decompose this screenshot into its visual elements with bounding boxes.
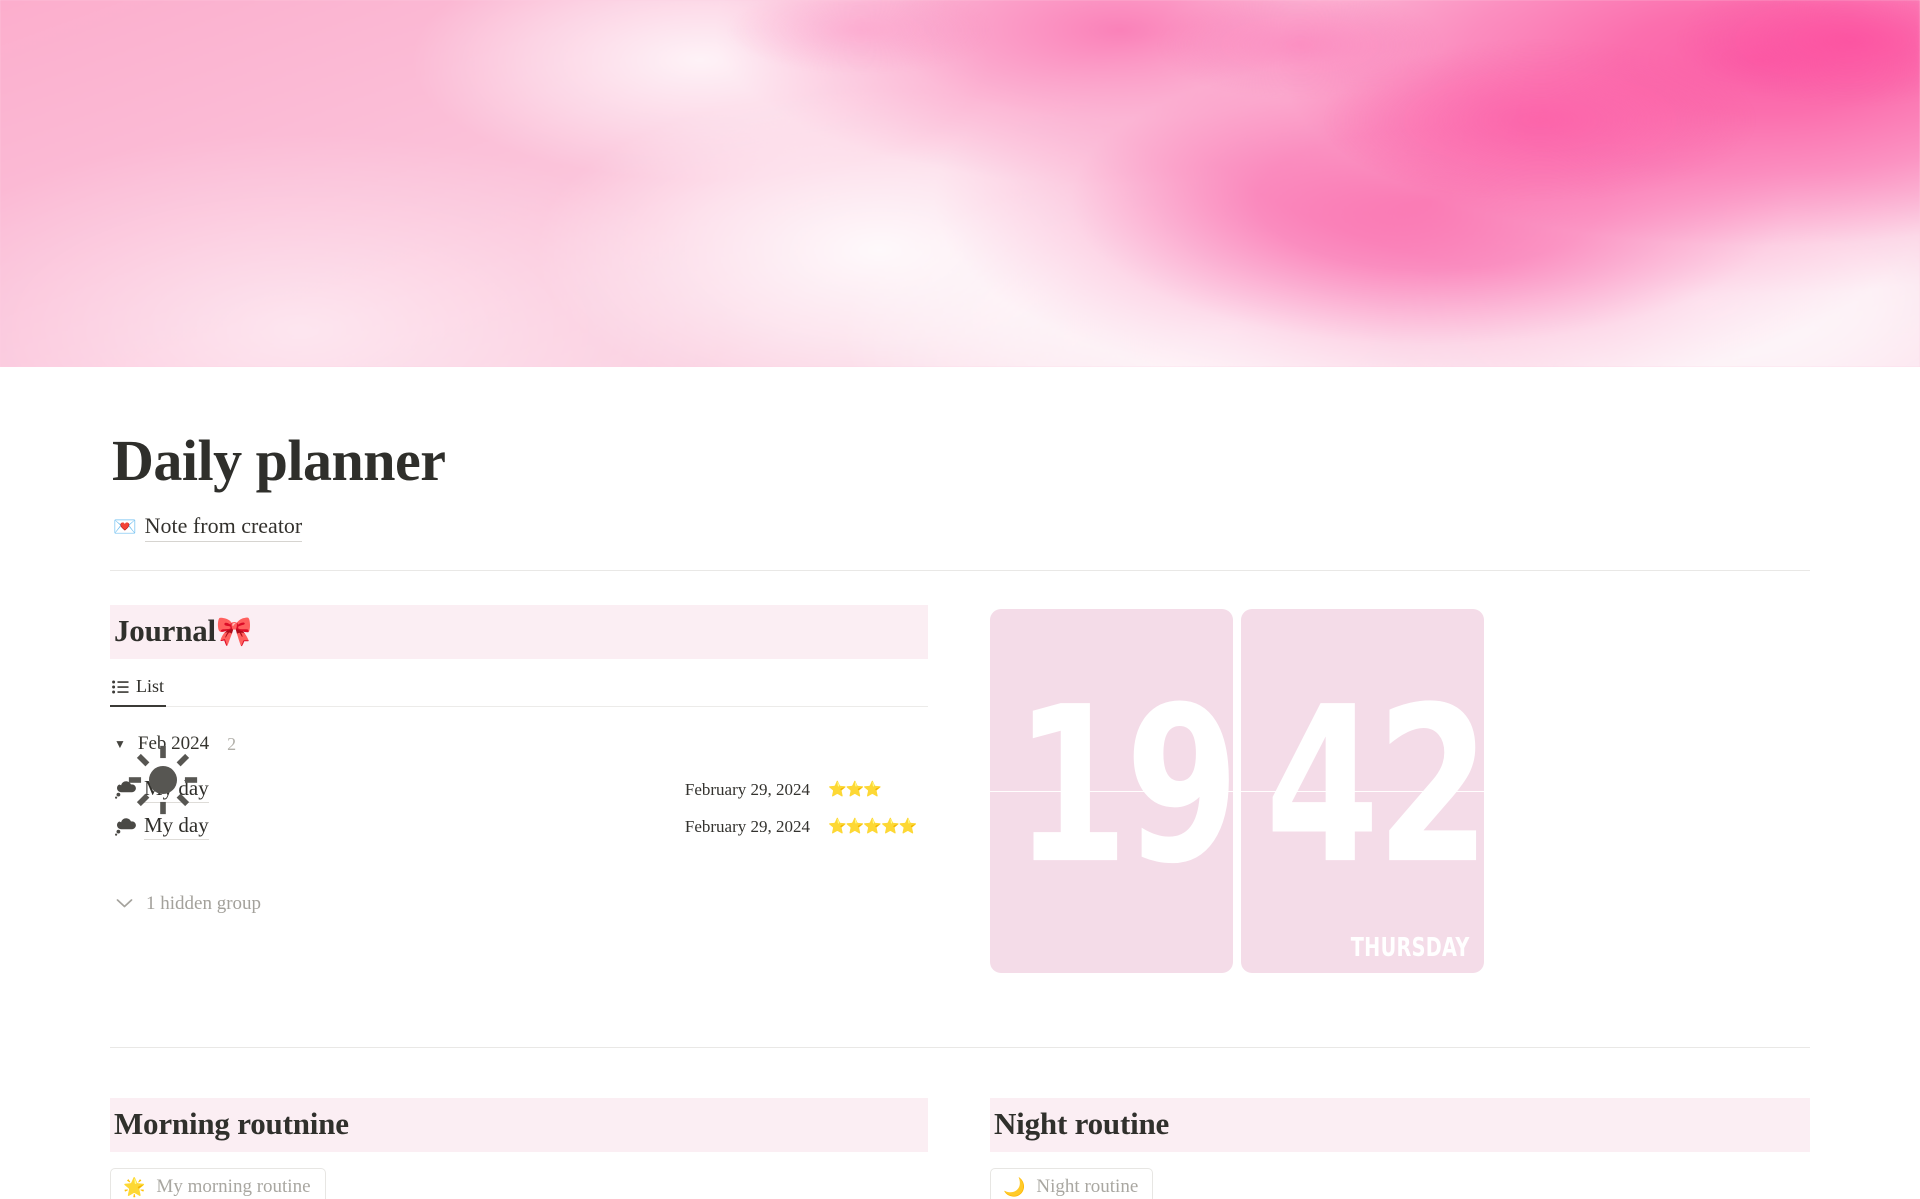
clock-weekday: THURSDAY [1351,932,1470,963]
journal-group-count: 2 [227,733,237,754]
cover-cloud-highlights [0,0,1920,367]
tab-journal-list-label: List [136,676,165,697]
page-content: Daily planner 💌 Note from creator Journa… [110,429,1810,1199]
clock-hours: 19 [1014,661,1233,912]
journal-group-header[interactable]: ▼ Feb 2024 2 [110,733,928,755]
night-routine-heading: Night routine [990,1097,1810,1153]
journal-section: Journal🎀 List ▼ Feb 2024 2 My day Februa… [110,604,928,973]
journal-entry-rating: ⭐⭐⭐⭐⭐ [828,819,917,836]
flip-card-hours: 19 [990,608,1233,973]
crescent-moon-icon: 🌙 [1003,1177,1026,1198]
my-morning-routine-label: My morning routine [156,1176,311,1198]
journal-entry-date: February 29, 2024 [684,779,810,799]
hidden-group-label: 1 hidden group [146,893,262,915]
journal-entry-date: February 29, 2024 [684,816,810,836]
journal-heading: Journal🎀 [110,604,928,660]
divider-middle [110,1046,1810,1048]
cloud-icon [114,817,144,837]
journal-view-tabs: List [110,673,928,708]
note-from-creator-label[interactable]: Note from creator [144,513,303,542]
routines-columns: Morning routnine 🌟 My morning routine Ni… [110,1097,1810,1199]
chevron-down-icon [116,893,133,915]
page-body: Daily planner 💌 Note from creator Journa… [0,429,1920,1199]
morning-routine-heading: Morning routnine [110,1097,928,1153]
list-icon [112,680,129,694]
love-letter-icon: 💌 [113,516,137,538]
flip-clock-widget: 19 42 THURSDAY [990,605,1810,973]
note-from-creator-link[interactable]: 💌 Note from creator [110,513,1810,542]
my-morning-routine-button[interactable]: 🌟 My morning routine [110,1168,326,1199]
journal-entry-list: My day February 29, 2024 ⭐⭐⭐ My day Febr… [110,771,928,845]
journal-entry-row[interactable]: My day February 29, 2024 ⭐⭐⭐ [110,771,928,808]
tab-journal-list[interactable]: List [110,673,167,708]
page-title: Daily planner [112,428,446,493]
journal-entry-rating: ⭐⭐⭐ [828,782,882,799]
bow-icon: 🎀 [215,615,252,648]
sun-icon[interactable] [124,741,202,819]
journal-entry-row[interactable]: My day February 29, 2024 ⭐⭐⭐⭐⭐ [110,808,928,845]
flip-clock: 19 42 THURSDAY [990,608,1810,973]
night-routine-button[interactable]: 🌙 Night routine [990,1168,1154,1199]
clock-minutes: 42 [1265,661,1484,912]
flip-card-minutes: 42 THURSDAY [1241,608,1484,973]
journal-clock-columns: Journal🎀 List ▼ Feb 2024 2 My day Februa… [110,604,1810,973]
journal-heading-text: Journal [114,612,216,648]
hidden-group-toggle[interactable]: 1 hidden group [110,893,928,915]
page-cover-banner [0,0,1920,367]
glowing-star-icon: 🌟 [123,1177,146,1198]
divider-top [110,569,1810,571]
night-routine-section: Night routine 🌙 Night routine [990,1097,1810,1199]
morning-routine-section: Morning routnine 🌟 My morning routine [110,1097,928,1199]
night-routine-label: Night routine [1036,1176,1139,1198]
